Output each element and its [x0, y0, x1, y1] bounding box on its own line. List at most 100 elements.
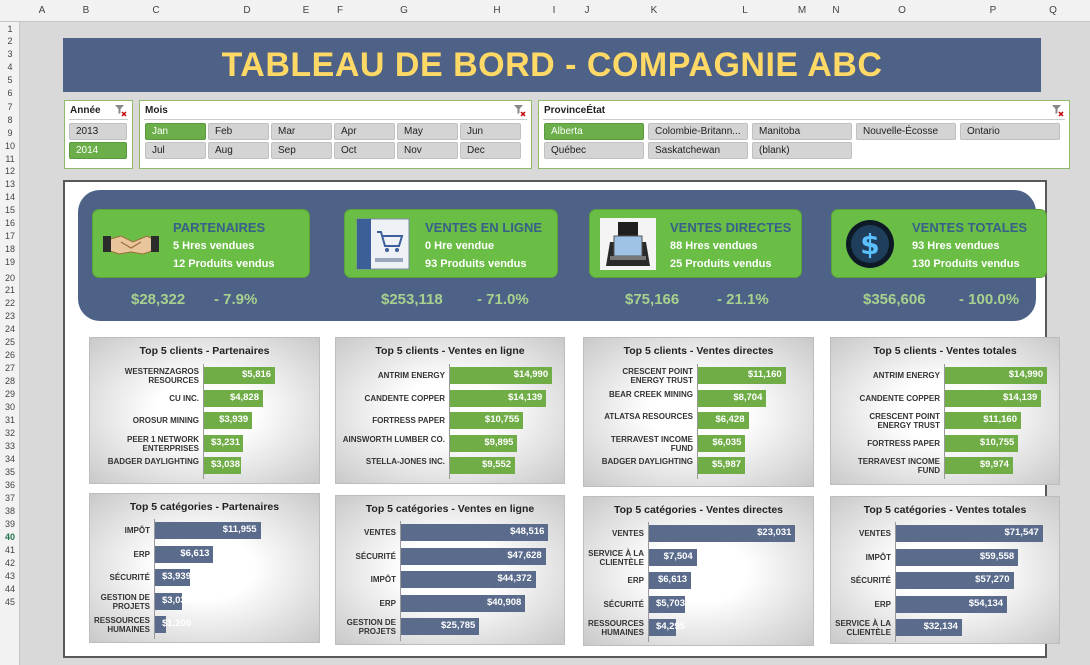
row-header[interactable]: 14: [0, 192, 20, 202]
column-header[interactable]: H: [493, 5, 500, 16]
column-header[interactable]: I: [553, 5, 556, 16]
bar-value-label: $14,139: [507, 391, 543, 403]
row-header[interactable]: 24: [0, 324, 20, 334]
category-label: BADGER DAYLIGHTING: [601, 457, 693, 466]
slicer-item-mar[interactable]: Mar: [271, 123, 332, 140]
column-header[interactable]: B: [83, 5, 90, 16]
row-header[interactable]: 20: [0, 273, 20, 283]
row-header[interactable]: 36: [0, 480, 20, 490]
slicer-item-québec[interactable]: Québec: [544, 142, 644, 159]
kpi-name: VENTES DIRECTES: [670, 220, 792, 235]
column-header[interactable]: F: [337, 5, 343, 16]
row-header[interactable]: 41: [0, 545, 20, 555]
row-header[interactable]: 5: [0, 75, 20, 85]
slicer-item-sep[interactable]: Sep: [271, 142, 332, 159]
clear-filter-icon[interactable]: [513, 104, 526, 117]
row-header[interactable]: 34: [0, 454, 20, 464]
row-header[interactable]: 12: [0, 166, 20, 176]
column-header[interactable]: N: [832, 5, 839, 16]
row-header[interactable]: 32: [0, 428, 20, 438]
slicer-item-saskatchewan[interactable]: Saskatchewan: [648, 142, 748, 159]
row-header[interactable]: 40: [0, 532, 20, 542]
slicer-item-nouvelle-écosse[interactable]: Nouvelle-Écosse: [856, 123, 956, 140]
column-header[interactable]: Q: [1049, 5, 1057, 16]
row-header[interactable]: 26: [0, 350, 20, 360]
column-header[interactable]: P: [990, 5, 997, 16]
slicer-item-aug[interactable]: Aug: [208, 142, 269, 159]
row-header[interactable]: 44: [0, 584, 20, 594]
row-header[interactable]: 16: [0, 218, 20, 228]
bar-value-label: $1,200: [161, 618, 191, 629]
row-header[interactable]: 8: [0, 115, 20, 125]
slicer-item-dec[interactable]: Dec: [460, 142, 521, 159]
row-header[interactable]: 35: [0, 467, 20, 477]
row-header[interactable]: 19: [0, 257, 20, 267]
column-header[interactable]: E: [303, 5, 310, 16]
column-header[interactable]: M: [798, 5, 806, 16]
row-header[interactable]: 4: [0, 62, 20, 72]
column-header[interactable]: D: [243, 5, 250, 16]
row-header[interactable]: 45: [0, 597, 20, 607]
column-header[interactable]: G: [400, 5, 408, 16]
row-header[interactable]: 42: [0, 558, 20, 568]
column-header[interactable]: L: [742, 5, 748, 16]
row-header[interactable]: 29: [0, 389, 20, 399]
row-header[interactable]: 25: [0, 337, 20, 347]
row-header[interactable]: 1: [0, 24, 20, 34]
row-header[interactable]: 3: [0, 49, 20, 59]
row-header[interactable]: 31: [0, 415, 20, 425]
row-header[interactable]: 11: [0, 154, 20, 164]
row-header[interactable]: 28: [0, 376, 20, 386]
row-header[interactable]: 2: [0, 36, 20, 46]
clear-filter-icon[interactable]: [1051, 104, 1064, 117]
chart-card: Top 5 catégories - Partenaires IMPÔT $11,9…: [89, 493, 320, 643]
slicer-item-jul[interactable]: Jul: [145, 142, 206, 159]
slicer-item--blank-[interactable]: (blank): [752, 142, 852, 159]
row-header[interactable]: 17: [0, 231, 20, 241]
row-header[interactable]: 23: [0, 311, 20, 321]
slicer-item-colombie-britann-[interactable]: Colombie-Britann...: [648, 123, 748, 140]
slicer-item-feb[interactable]: Feb: [208, 123, 269, 140]
slicer-item-oct[interactable]: Oct: [334, 142, 395, 159]
row-header[interactable]: 10: [0, 141, 20, 151]
category-label: ATLATSA RESOURCES: [604, 412, 693, 421]
row-header[interactable]: 13: [0, 179, 20, 189]
bar-value-label: $14,990: [513, 369, 549, 380]
row-header[interactable]: 43: [0, 571, 20, 581]
row-header[interactable]: 27: [0, 363, 20, 373]
column-header[interactable]: A: [39, 5, 46, 16]
column-header[interactable]: J: [585, 5, 590, 16]
slicer-item-jun[interactable]: Jun: [460, 123, 521, 140]
slicer-item-jan[interactable]: Jan: [145, 123, 206, 140]
slicer-item-manitoba[interactable]: Manitoba: [752, 123, 852, 140]
category-label: TERRAVEST INCOME FUND: [610, 434, 693, 453]
row-header[interactable]: 7: [0, 102, 20, 112]
slicer-item-nov[interactable]: Nov: [397, 142, 458, 159]
slicer-item-2014[interactable]: 2014: [69, 142, 127, 159]
row-header[interactable]: 21: [0, 285, 20, 295]
row-header[interactable]: 33: [0, 441, 20, 451]
row-header[interactable]: 39: [0, 519, 20, 529]
kpi-products: 25 Produits vendus: [670, 258, 772, 270]
slicer-item-apr[interactable]: Apr: [334, 123, 395, 140]
category-label: ERP: [627, 576, 644, 585]
row-header[interactable]: 38: [0, 506, 20, 516]
row-header[interactable]: 30: [0, 402, 20, 412]
slicer-item-alberta[interactable]: Alberta: [544, 123, 644, 140]
column-header[interactable]: O: [898, 5, 906, 16]
slicer-item-may[interactable]: May: [397, 123, 458, 140]
bar-value-label: $3,038: [161, 594, 191, 606]
category-label: RESSOURCES HUMAINES: [94, 616, 151, 634]
column-header[interactable]: C: [152, 5, 159, 16]
slicer-item-2013[interactable]: 2013: [69, 123, 127, 140]
row-header[interactable]: 18: [0, 244, 20, 254]
row-header[interactable]: 37: [0, 493, 20, 503]
clear-filter-icon[interactable]: [114, 104, 127, 117]
row-header[interactable]: 9: [0, 128, 20, 138]
slicer-item-ontario[interactable]: Ontario: [960, 123, 1060, 140]
row-header[interactable]: 15: [0, 205, 20, 215]
row-header[interactable]: 6: [0, 88, 20, 98]
row-header[interactable]: 22: [0, 298, 20, 308]
category-label: CU INC.: [169, 393, 199, 403]
column-header[interactable]: K: [651, 5, 658, 16]
